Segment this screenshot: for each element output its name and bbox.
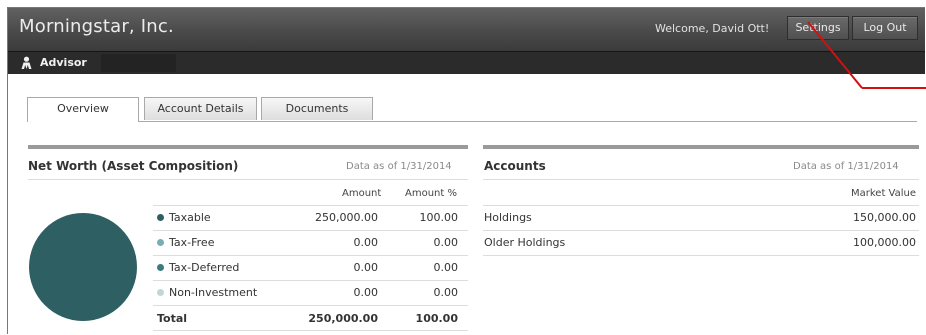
settings-button[interactable]: Settings [787, 16, 849, 40]
asset-composition-pie [29, 213, 137, 321]
tab-bar: Overview Account Details Documents [27, 97, 917, 122]
net-worth-panel-rule [28, 145, 468, 149]
account-older-holdings-value: 100,000.00 [853, 236, 916, 249]
role-label: Advisor [40, 56, 87, 69]
legend-dot-taxable [157, 214, 164, 221]
row-non-investment-label: Non-Investment [169, 286, 258, 299]
role-bar: Advisor [8, 51, 925, 74]
brand-title: Morningstar, Inc. [19, 16, 174, 37]
total-pct: 100.00 [415, 312, 458, 325]
account-holdings-label[interactable]: Holdings [484, 211, 532, 224]
market-value-column-header: Market Value [850, 188, 916, 199]
account-older-holdings-label[interactable]: Older Holdings [484, 236, 565, 249]
tab-account-details[interactable]: Account Details [144, 97, 257, 120]
accounts-panel-rule [483, 145, 919, 149]
tab-overview[interactable]: Overview [27, 97, 139, 122]
logout-button[interactable]: Log Out [852, 16, 918, 40]
row-divider [153, 330, 468, 331]
total-amount: 250,000.00 [308, 312, 378, 325]
accounts-title: Accounts [484, 159, 546, 173]
legend-dot-non-investment [157, 289, 164, 296]
net-worth-as-of: Data as of 1/31/2014 [346, 161, 452, 172]
legend-dot-tax-free [157, 239, 164, 246]
amount-pct-column-header: Amount % [405, 188, 457, 199]
net-worth-title: Net Worth (Asset Composition) [28, 159, 239, 173]
row-non-investment-amount: 0.00 [353, 286, 379, 299]
amount-column-header: Amount [342, 188, 382, 199]
row-taxable-label: Taxable [169, 211, 211, 224]
row-tax-deferred-label: Tax-Deferred [169, 261, 240, 274]
row-tax-free-label: Tax-Free [169, 236, 215, 249]
row-tax-deferred-amount: 0.00 [353, 261, 379, 274]
total-label: Total [157, 312, 188, 325]
pie-slice-taxable [29, 213, 137, 321]
advisor-user-icon [21, 56, 32, 69]
row-tax-deferred-pct: 0.00 [433, 261, 459, 274]
net-worth-divider [28, 179, 468, 180]
subbar-segment [101, 54, 176, 72]
welcome-text: Welcome, David Ott! [655, 22, 770, 35]
top-header: Morningstar, Inc. Welcome, David Ott! Se… [8, 8, 925, 51]
row-divider [483, 255, 919, 256]
row-divider [153, 230, 468, 231]
row-divider [153, 305, 468, 306]
row-taxable-pct: 100.00 [419, 211, 459, 224]
tab-documents[interactable]: Documents [261, 97, 373, 120]
row-tax-free-amount: 0.00 [353, 236, 379, 249]
row-divider [153, 280, 468, 281]
row-non-investment-pct: 0.00 [433, 286, 459, 299]
account-holdings-value: 150,000.00 [853, 211, 916, 224]
row-taxable-amount: 250,000.00 [315, 211, 378, 224]
row-divider [153, 205, 468, 206]
row-tax-free-pct: 0.00 [433, 236, 459, 249]
accounts-as-of: Data as of 1/31/2014 [793, 161, 899, 172]
row-divider [483, 230, 919, 231]
row-divider [153, 255, 468, 256]
accounts-divider [483, 179, 919, 180]
legend-dot-tax-deferred [157, 264, 164, 271]
app-window: Morningstar, Inc. Welcome, David Ott! Se… [7, 7, 925, 334]
row-divider [483, 205, 919, 206]
